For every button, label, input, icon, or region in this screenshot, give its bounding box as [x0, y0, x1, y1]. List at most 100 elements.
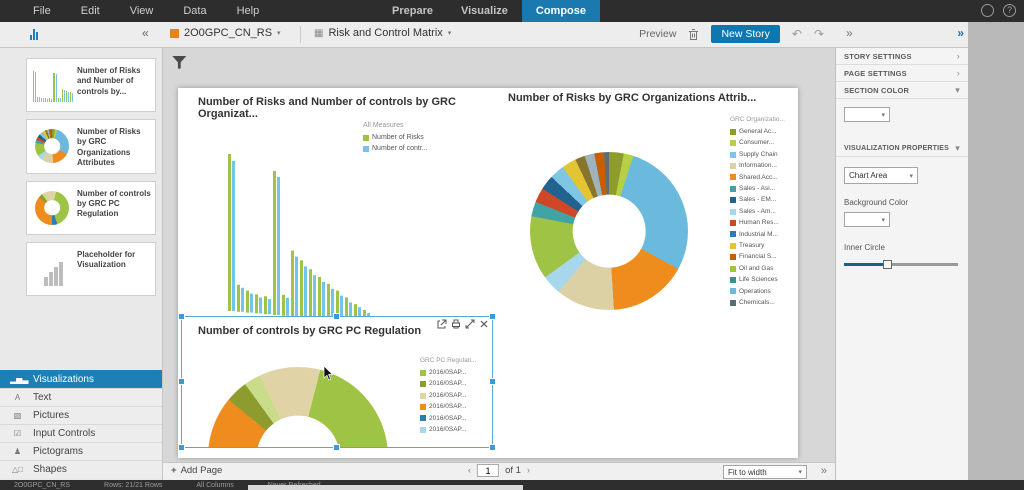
inner-circle-slider[interactable] — [844, 260, 958, 269]
section-visualization-properties[interactable]: VISUALIZATION PROPERTIES ▾ — [836, 140, 968, 157]
redo-icon[interactable]: ↷ — [814, 27, 824, 41]
section-color-select[interactable]: ▾ — [844, 107, 890, 122]
selection-handle[interactable] — [489, 313, 496, 320]
selection-handle[interactable] — [489, 444, 496, 451]
bar[interactable] — [241, 287, 244, 312]
selection-handle[interactable] — [489, 378, 496, 385]
background-color-select[interactable]: ▾ — [844, 212, 890, 227]
legend-item[interactable]: Shared Acc... — [730, 172, 796, 183]
bar[interactable] — [273, 171, 276, 315]
menu-item-edit[interactable]: Edit — [66, 0, 115, 22]
bar[interactable] — [259, 296, 262, 314]
sidebar-item-shapes[interactable]: △□ Shapes — [0, 460, 162, 478]
gallery-card[interactable]: Number of controls by GRC PC Regulation — [26, 180, 156, 235]
tab-prepare[interactable]: Prepare — [378, 0, 447, 22]
bar[interactable] — [228, 153, 231, 311]
legend-item[interactable]: Financial S... — [730, 251, 796, 262]
legend-item[interactable]: Oil and Gas — [730, 263, 796, 274]
story-page[interactable]: Number of Risks and Number of controls b… — [178, 88, 798, 458]
footer-expand-icon[interactable]: » — [821, 465, 827, 477]
bar-group[interactable] — [255, 293, 262, 314]
preview-button[interactable]: Preview — [639, 28, 676, 40]
chart-risks-and-controls[interactable]: Number of Risks and Number of controls b… — [188, 96, 500, 323]
previous-page-icon[interactable]: ‹ — [468, 465, 471, 476]
bar[interactable] — [237, 284, 240, 312]
tab-visualize[interactable]: Visualize — [447, 0, 522, 22]
gallery-card[interactable]: Placeholder for Visualization — [26, 241, 156, 296]
legend-item[interactable]: 2016/0SAP... — [420, 413, 492, 424]
legend-item[interactable]: 2016/0SAP... — [420, 401, 492, 412]
legend-item[interactable]: Number of contr... — [363, 143, 453, 154]
notifications-icon[interactable] — [981, 4, 994, 17]
zoom-fit-select[interactable]: Fit to width ▾ — [723, 465, 807, 479]
bar[interactable] — [232, 161, 235, 311]
bar-group[interactable] — [318, 277, 325, 319]
bar[interactable] — [313, 274, 316, 319]
legend-item[interactable]: 2016/0SAP... — [420, 367, 492, 378]
legend-item[interactable]: Life Sciences — [730, 274, 796, 285]
legend-item[interactable]: Supply Chain — [730, 149, 796, 160]
next-page-icon[interactable]: › — [527, 465, 530, 476]
page-number-input[interactable] — [477, 464, 500, 477]
slider-thumb[interactable] — [883, 260, 893, 269]
bar[interactable] — [295, 256, 298, 317]
selection-handle[interactable] — [178, 444, 185, 451]
legend-item[interactable]: Number of Risks — [363, 132, 453, 143]
legend-item[interactable]: Human Res... — [730, 217, 796, 228]
selection-handle[interactable] — [333, 313, 340, 320]
bar[interactable] — [246, 290, 249, 313]
bar[interactable] — [264, 296, 267, 315]
donut-chart[interactable] — [530, 152, 688, 310]
menu-item-help[interactable]: Help — [222, 0, 275, 22]
bar-group[interactable] — [291, 250, 298, 317]
bar[interactable] — [250, 293, 253, 313]
legend-item[interactable]: Industrial M... — [730, 229, 796, 240]
help-icon[interactable]: ? — [1003, 4, 1016, 17]
menu-item-view[interactable]: View — [115, 0, 169, 22]
selection-handle[interactable] — [178, 313, 185, 320]
bar-group[interactable] — [300, 260, 307, 318]
story-selector[interactable]: ▦ Risk and Control Matrix ▾ — [314, 27, 451, 39]
legend-item[interactable]: Sales - EM... — [730, 194, 796, 205]
panel-pin-icon[interactable]: » — [957, 26, 964, 40]
legend-item[interactable]: Sales - Asi... — [730, 183, 796, 194]
legend-item[interactable]: Chemicals... — [730, 297, 796, 308]
tab-compose[interactable]: Compose — [521, 0, 600, 22]
bar[interactable] — [277, 177, 280, 315]
bar-group[interactable] — [237, 284, 244, 312]
section-page-settings[interactable]: PAGE SETTINGS › — [836, 65, 968, 82]
sidebar-item-pictograms[interactable]: ♟ Pictograms — [0, 442, 162, 460]
close-icon[interactable] — [479, 319, 489, 329]
legend-item[interactable]: General Ac... — [730, 126, 796, 137]
selection-handle[interactable] — [178, 378, 185, 385]
gallery-card[interactable]: Number of Risks and Number of controls b… — [26, 58, 156, 112]
bar[interactable] — [282, 294, 285, 316]
visualizations-panel-icon[interactable] — [30, 29, 38, 40]
legend-item[interactable]: Sales - Am... — [730, 206, 796, 217]
new-story-button[interactable]: New Story — [711, 25, 780, 43]
print-icon[interactable] — [451, 319, 461, 329]
bar[interactable] — [268, 299, 271, 315]
sidebar-item-pictures[interactable]: ▧ Pictures — [0, 406, 162, 424]
menu-item-file[interactable]: File — [18, 0, 66, 22]
legend-item[interactable]: 2016/0SAP... — [420, 424, 492, 435]
bar[interactable] — [327, 283, 330, 320]
undo-icon[interactable]: ↶ — [792, 27, 802, 41]
add-page-button[interactable]: + Add Page — [171, 465, 222, 476]
collapse-sidebar-icon[interactable]: « — [142, 26, 149, 40]
bar-group[interactable] — [228, 153, 235, 311]
chart-area-select[interactable]: Chart Area ▾ — [844, 167, 918, 184]
menu-item-data[interactable]: Data — [168, 0, 221, 22]
legend-item[interactable]: Consumer... — [730, 137, 796, 148]
sidebar-item-input-controls[interactable]: ☑ Input Controls — [0, 424, 162, 442]
legend-item[interactable]: Operations — [730, 286, 796, 297]
bar[interactable] — [291, 250, 294, 317]
bar[interactable] — [300, 260, 303, 318]
sidebar-item-visualizations[interactable]: ▂▅▃ Visualizations — [0, 370, 162, 388]
bar[interactable] — [318, 277, 321, 319]
legend-item[interactable]: Information... — [730, 160, 796, 171]
sidebar-item-text[interactable]: A Text — [0, 388, 162, 406]
bar-group[interactable] — [282, 294, 289, 316]
legend-item[interactable]: 2016/0SAP... — [420, 390, 492, 401]
gallery-card[interactable]: Number of Risks by GRC Organizations Att… — [26, 119, 156, 174]
